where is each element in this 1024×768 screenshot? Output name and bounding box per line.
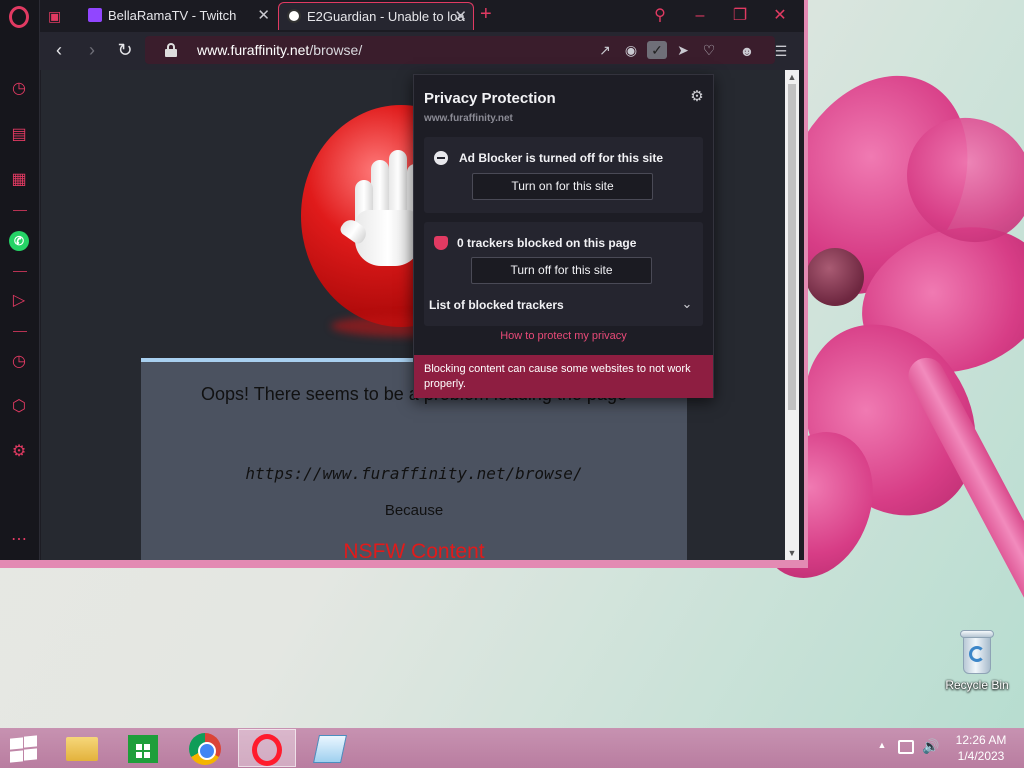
url-text[interactable]: www.furaffinity.net/browse/ [197, 36, 362, 64]
profile-icon[interactable]: ☻ [736, 40, 758, 62]
tab-twitch[interactable]: BellaRamaTV - Twitch ✕ [78, 2, 276, 30]
forward-button[interactable]: › [80, 38, 104, 62]
scroll-down-icon[interactable]: ▼ [785, 546, 799, 560]
close-window-button[interactable]: ✕ [765, 2, 795, 30]
scroll-up-icon[interactable]: ▲ [785, 70, 799, 84]
search-icon[interactable]: ⚲ [645, 2, 675, 30]
tab-title: BellaRamaTV - Twitch [108, 8, 237, 23]
blocked-trackers-list-toggle[interactable]: List of blocked trackers [429, 298, 564, 312]
chrome-icon [189, 733, 221, 765]
sidebar-divider [13, 331, 27, 332]
browser-toolbar: ‹ › ↻ www.furaffinity.net/browse/ ↗ ◉ ✓ … [40, 32, 804, 70]
bag-icon[interactable]: ▤ [9, 125, 29, 145]
more-icon[interactable]: ⋯ [9, 530, 29, 550]
turn-off-tracker-blocker-button[interactable]: Turn off for this site [471, 257, 652, 284]
because-label: Because [384, 502, 444, 519]
blocking-warning: Blocking content can cause some websites… [414, 355, 713, 398]
recycle-bin-icon [960, 630, 994, 674]
opera-icon [252, 734, 282, 766]
extensions-icon[interactable]: ⬡ [9, 397, 29, 417]
back-button[interactable]: ‹ [47, 38, 71, 62]
tracker-shield-icon [434, 236, 448, 250]
sidebar-divider [13, 210, 27, 211]
history-icon[interactable]: ◷ [9, 352, 29, 372]
speed-dial-icon[interactable]: ◷ [9, 79, 29, 99]
network-icon[interactable] [898, 740, 914, 754]
volume-icon[interactable]: 🔊 [922, 738, 940, 768]
ad-blocker-status: Ad Blocker is turned off for this site [459, 151, 664, 165]
taskbar-notes[interactable] [300, 729, 358, 767]
taskbar-file-explorer[interactable] [52, 729, 110, 767]
tab-e2guardian[interactable]: E2Guardian - Unable to loa ✕ [278, 2, 474, 30]
heart-icon[interactable]: ♡ [699, 41, 719, 59]
tracker-status: 0 trackers blocked on this page [457, 236, 637, 250]
lock-icon[interactable] [165, 43, 177, 57]
reload-button[interactable]: ↻ [113, 38, 137, 62]
recycle-bin[interactable]: Recycle Bin [942, 630, 1012, 692]
twitch-sidebar-icon[interactable]: ▦ [9, 170, 29, 190]
close-icon[interactable]: ✕ [257, 2, 270, 30]
privacy-shield-icon[interactable]: ✓ [647, 41, 667, 59]
gamepad-icon[interactable]: ▣ [48, 2, 72, 30]
easy-setup-icon[interactable]: ☰ [770, 40, 792, 62]
taskbar-store[interactable] [114, 729, 172, 767]
ad-blocker-card: Ad Blocker is turned off for this site T… [424, 137, 703, 213]
recycle-bin-label: Recycle Bin [945, 678, 1009, 692]
block-reason: NSFW Content [343, 540, 485, 560]
send-icon[interactable]: ➤ [673, 41, 693, 59]
sidebar-divider [13, 271, 27, 272]
url-path: /browse/ [309, 42, 363, 58]
player-icon[interactable]: ▷ [9, 291, 29, 311]
privacy-help-link[interactable]: How to protect my privacy [414, 330, 713, 342]
whatsapp-icon[interactable]: ✆ [9, 231, 29, 251]
taskbar-clock[interactable]: 12:26 AM 1/4/2023 [950, 732, 1012, 764]
popup-domain: www.furaffinity.net [424, 113, 513, 124]
start-button[interactable] [8, 735, 38, 763]
wallpaper-pistil [806, 248, 864, 306]
gear-icon[interactable]: ⚙ [688, 88, 706, 106]
settings-icon[interactable]: ⚙ [9, 442, 29, 462]
chevron-down-icon[interactable]: ⌄ [679, 296, 695, 312]
twitch-icon [88, 8, 102, 22]
store-icon [128, 735, 158, 763]
file-explorer-icon [66, 737, 98, 761]
taskbar: ▲ 🔊 12:26 AM 1/4/2023 [0, 728, 1024, 768]
page-scrollbar[interactable]: ▲ ▼ [785, 70, 799, 560]
new-tab-button[interactable]: + [480, 2, 500, 30]
tab-strip: ▣ BellaRamaTV - Twitch ✕ E2Guardian - Un… [0, 0, 804, 32]
browser-window: ▣ BellaRamaTV - Twitch ✕ E2Guardian - Un… [0, 0, 808, 568]
turn-on-ad-blocker-button[interactable]: Turn on for this site [472, 173, 653, 200]
url-host: www.furaffinity.net [197, 42, 310, 58]
blocked-url: https://www.furaffinity.net/browse/ [245, 464, 583, 483]
tracker-blocker-card: 0 trackers blocked on this page Turn off… [424, 222, 703, 326]
globe-icon [287, 9, 301, 23]
camera-icon[interactable]: ◉ [621, 41, 641, 59]
restore-button[interactable]: ❐ [725, 2, 755, 30]
popup-title: Privacy Protection [424, 90, 556, 107]
notes-icon [313, 735, 347, 763]
minimize-button[interactable]: – [685, 2, 715, 30]
clock-time: 12:26 AM [955, 733, 1007, 747]
privacy-protection-popup: Privacy Protection ⚙ www.furaffinity.net… [413, 74, 714, 398]
opera-logo-icon[interactable] [9, 6, 29, 28]
show-hidden-icons-icon[interactable]: ▲ [876, 740, 888, 768]
close-icon[interactable]: ✕ [454, 3, 467, 30]
clock-date: 1/4/2023 [957, 749, 1005, 763]
share-icon[interactable]: ↗ [595, 41, 615, 59]
opera-sidebar: ◷ ▤ ▦ ✆ ▷ ◷ ⬡ ⚙ ⋯ [0, 0, 40, 560]
ad-blocker-icon [434, 151, 448, 165]
scroll-thumb[interactable] [788, 84, 796, 410]
address-bar[interactable]: www.furaffinity.net/browse/ ↗ ◉ ✓ ➤ ♡ [145, 36, 775, 64]
taskbar-opera[interactable] [238, 729, 296, 767]
taskbar-chrome[interactable] [176, 729, 234, 767]
tab-title: E2Guardian - Unable to loa [307, 9, 465, 24]
